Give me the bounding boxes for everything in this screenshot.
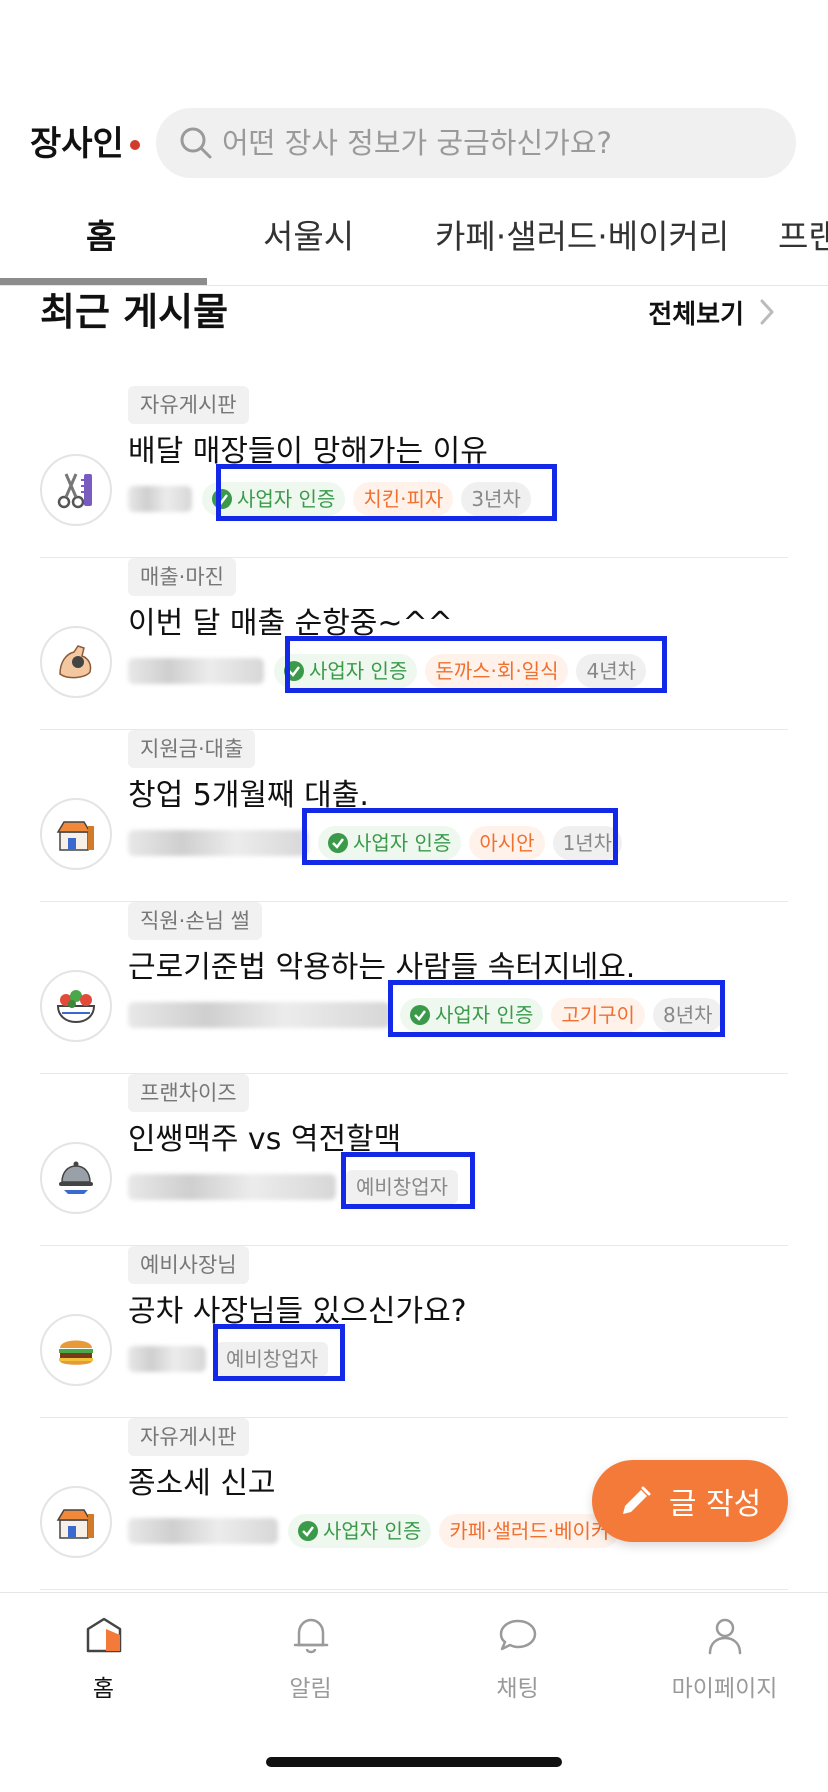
post-category: 프랜차이즈 — [128, 1074, 249, 1112]
category-tabs: 홈 서울시 카페·샐러드·베이커리 프랜 — [0, 200, 828, 286]
author-name-blurred — [128, 1174, 336, 1200]
app-logo[interactable]: 장사인 — [30, 119, 142, 165]
nav-home[interactable]: 홈 — [0, 1613, 207, 1713]
annotation-box — [302, 808, 618, 865]
author-name-blurred — [128, 1518, 278, 1544]
nav-notifications[interactable]: 알림 — [207, 1613, 414, 1713]
search-input[interactable] — [222, 108, 782, 178]
annotation-box — [388, 980, 725, 1037]
post-category: 자유게시판 — [128, 1418, 249, 1456]
see-all-label: 전체보기 — [648, 299, 744, 330]
avatar — [40, 970, 112, 1042]
chat-bubble-icon — [499, 1619, 536, 1651]
cloche-icon — [59, 1161, 93, 1194]
verified-label: 사업자 인증 — [323, 1519, 422, 1543]
tab-franchise[interactable]: 프랜 — [778, 212, 828, 262]
post-meta: 사업자 인증 카페·샐러드·베이커 — [128, 1514, 627, 1548]
store-icon — [56, 1509, 94, 1539]
muscle-arm-icon — [59, 645, 92, 679]
author-name-blurred — [128, 658, 264, 684]
top-header: 장사인 — [0, 105, 828, 180]
avatar — [40, 1314, 112, 1386]
nav-chat[interactable]: 채팅 — [414, 1613, 621, 1713]
post-category: 예비사장님 — [128, 1246, 249, 1284]
post-item[interactable]: 예비사장님 공차 사장님들 있으신가요? 예비창업자 — [40, 1246, 788, 1418]
scissors-comb-icon — [57, 473, 92, 509]
avatar — [40, 626, 112, 698]
nav-chat-label: 채팅 — [496, 1676, 539, 1702]
see-all-link[interactable]: 전체보기 — [648, 292, 776, 332]
pencil-icon — [622, 1486, 651, 1514]
author-name-blurred — [128, 1346, 206, 1372]
person-icon — [708, 1618, 741, 1655]
svg-text:장사인: 장사인 — [30, 124, 124, 164]
author-name-blurred — [128, 486, 192, 512]
verified-badge: 사업자 인증 — [288, 1514, 432, 1548]
nav-notifications-label: 알림 — [289, 1676, 332, 1702]
chevron-right-icon — [760, 299, 774, 325]
write-post-button[interactable]: 글 작성 — [592, 1460, 788, 1542]
home-indicator — [266, 1757, 562, 1767]
nav-my-page[interactable]: 마이페이지 — [621, 1613, 828, 1713]
tab-cafe-salad-bakery[interactable]: 카페·샐러드·베이커리 — [435, 212, 729, 262]
post-category: 매출·마진 — [128, 558, 236, 596]
avatar — [40, 798, 112, 870]
write-post-label: 글 작성 — [668, 1487, 762, 1522]
active-tab-indicator — [0, 278, 207, 285]
post-category: 직원·손님 썰 — [128, 902, 262, 940]
post-title: 종소세 신고 — [128, 1466, 276, 1501]
post-category: 자유게시판 — [128, 386, 249, 424]
search-icon — [180, 127, 212, 159]
post-category: 지원금·대출 — [128, 730, 256, 768]
business-type-badge: 카페·샐러드·베이커 — [439, 1514, 620, 1548]
avatar — [40, 1142, 112, 1214]
nav-my-page-label: 마이페이지 — [671, 1676, 778, 1702]
store-icon — [56, 821, 94, 851]
avatar — [40, 1486, 112, 1558]
salad-bowl-icon — [56, 990, 96, 1024]
tab-home[interactable]: 홈 — [86, 212, 116, 262]
annotation-box — [216, 464, 557, 521]
nav-home-label: 홈 — [92, 1676, 115, 1702]
tab-seoul[interactable]: 서울시 — [263, 212, 354, 262]
burger-icon — [59, 1340, 93, 1365]
author-name-blurred — [128, 830, 308, 856]
annotation-box — [213, 1324, 345, 1381]
check-circle-icon — [298, 1521, 318, 1541]
author-name-blurred — [128, 1002, 390, 1028]
section-title: 최근 게시물 — [40, 290, 229, 334]
avatar — [40, 454, 112, 526]
bell-icon — [293, 1618, 328, 1654]
app-screen: 장사인 홈 서울시 카페·샐러드·베이커리 프랜 최근 게시물 전체보기 — [0, 0, 828, 1792]
annotation-box — [341, 1152, 475, 1209]
annotation-box — [285, 636, 667, 693]
search-bar[interactable] — [156, 108, 796, 178]
home-icon — [86, 1617, 121, 1653]
